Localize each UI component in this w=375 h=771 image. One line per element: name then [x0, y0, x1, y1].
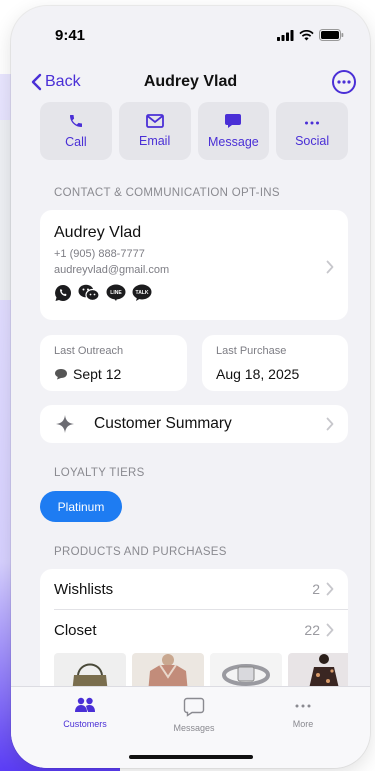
chevron-right-icon	[326, 260, 334, 274]
wishlists-label: Wishlists	[54, 581, 114, 598]
quick-actions: Call Email Message Social	[40, 102, 348, 160]
chevron-right-icon	[326, 582, 334, 596]
email-button[interactable]: Email	[118, 102, 191, 160]
wifi-icon	[299, 29, 314, 40]
chat-bubble-icon	[225, 114, 242, 128]
social-button[interactable]: Social	[276, 102, 348, 160]
battery-icon	[319, 29, 344, 41]
chevron-left-icon	[31, 73, 42, 91]
phone-frame: 9:41 Back Audrey Vlad Call Email Message…	[11, 6, 370, 768]
contact-name: Audrey Vlad	[54, 224, 142, 241]
home-indicator	[128, 755, 253, 759]
status-bar: 9:41	[11, 6, 370, 64]
tab-messages[interactable]: Messages	[154, 697, 234, 733]
message-outline-icon	[183, 697, 205, 717]
sparkle-icon	[56, 415, 74, 433]
last-purchase-value: Aug 18, 2025	[216, 366, 300, 382]
chevron-right-icon	[326, 417, 334, 431]
customer-summary-label: Customer Summary	[94, 415, 232, 432]
contact-email: audreyvlad@gmail.com	[54, 264, 170, 276]
signal-icon	[277, 29, 294, 41]
call-button[interactable]: Call	[40, 102, 112, 160]
line-icon: LINE	[106, 284, 126, 301]
last-outreach-value: Sept 12	[73, 366, 122, 382]
back-button[interactable]: Back	[31, 73, 81, 91]
contact-phone: +1 (905) 888-7777	[54, 248, 145, 260]
talk-icon: TALK	[132, 284, 152, 301]
messaging-channels: LINE TALK	[54, 284, 169, 302]
talk-text: TALK	[136, 290, 149, 296]
line-text: LINE	[110, 290, 122, 296]
ellipsis-icon	[305, 121, 320, 125]
navigation-bar: Back Audrey Vlad	[11, 64, 370, 100]
products-section-label: PRODUCTS AND PURCHASES	[54, 546, 227, 558]
last-outreach-label: Last Outreach	[54, 345, 124, 357]
contact-section-label: CONTACT & COMMUNICATION OPT-INS	[54, 187, 280, 199]
message-bubble-icon	[55, 369, 67, 380]
tab-customers-label: Customers	[63, 719, 107, 729]
email-label: Email	[138, 134, 171, 148]
contact-card[interactable]: Audrey Vlad +1 (905) 888-7777 audreyvlad…	[40, 210, 348, 320]
people-icon	[75, 697, 95, 712]
wechat-icon	[78, 284, 100, 302]
status-time: 9:41	[55, 26, 86, 44]
closet-count: 22	[304, 622, 320, 638]
status-icons	[277, 29, 344, 41]
more-options-button[interactable]	[332, 70, 356, 94]
closet-row[interactable]: Closet 22	[40, 610, 348, 650]
envelope-icon	[145, 114, 164, 128]
back-label: Back	[45, 73, 81, 90]
customer-summary-row[interactable]: Customer Summary	[40, 405, 348, 443]
tier-badge[interactable]: Platinum	[40, 491, 122, 522]
tab-bar: Customers Messages More	[11, 686, 370, 768]
message-button[interactable]: Message	[197, 102, 270, 160]
message-label: Message	[208, 135, 259, 149]
call-label: Call	[65, 135, 87, 149]
more-dots-icon	[295, 704, 311, 708]
chevron-right-icon	[326, 623, 334, 637]
last-purchase-label: Last Purchase	[216, 345, 287, 357]
tab-more[interactable]: More	[263, 697, 343, 729]
wishlists-count: 2	[312, 581, 320, 597]
wishlists-row[interactable]: Wishlists 2	[40, 569, 348, 609]
whatsapp-icon	[55, 285, 71, 302]
tab-more-label: More	[292, 719, 314, 729]
social-label: Social	[295, 134, 330, 148]
closet-label: Closet	[54, 622, 97, 639]
tab-customers[interactable]: Customers	[45, 697, 125, 729]
products-card: Wishlists 2 Closet 22	[40, 569, 348, 699]
last-outreach-card: Last Outreach Sept 12	[40, 335, 187, 391]
ellipsis-icon	[337, 80, 351, 84]
last-purchase-card: Last Purchase Aug 18, 2025	[202, 335, 348, 391]
loyalty-section-label: LOYALTY TIERS	[54, 467, 145, 479]
phone-icon	[69, 115, 82, 127]
tab-messages-label: Messages	[173, 723, 215, 733]
